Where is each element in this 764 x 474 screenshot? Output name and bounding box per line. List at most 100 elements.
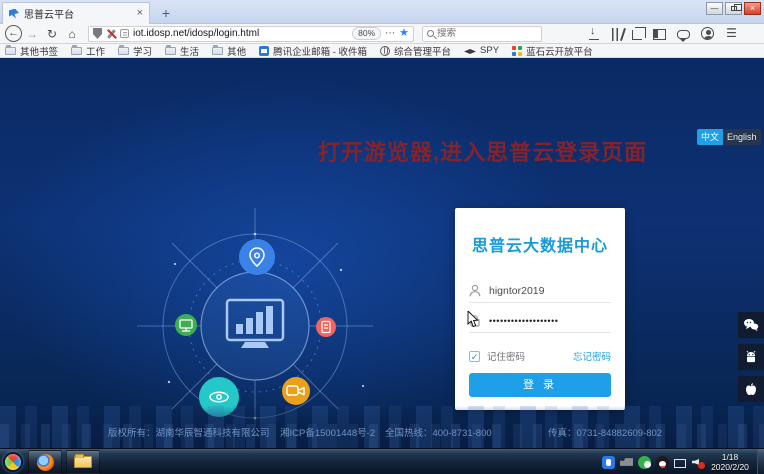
bookmark-folder-work[interactable]: 工作 [71,44,105,58]
bookmark-folder-life[interactable]: 生活 [165,44,199,58]
folder-icon [212,47,223,55]
clock-time: 1/18 [706,452,754,462]
username-value[interactable]: higntor2019 [489,285,544,297]
show-desktop-button[interactable] [757,449,764,474]
downloads-icon[interactable] [588,27,601,40]
bookmark-folder-study[interactable]: 学习 [118,44,152,58]
apple-button[interactable] [738,376,764,402]
hotline-text: 全国热线：400-8731-800 [385,425,492,439]
bookmark-tencent-mail[interactable]: 腾讯企业邮箱 - 收件箱 [259,44,367,58]
android-icon [744,350,758,364]
firefox-icon [37,454,54,471]
messages-icon[interactable] [677,30,690,39]
system-tray [602,449,704,474]
start-button[interactable] [3,452,23,472]
library-icon[interactable] [612,28,621,41]
forgot-password-link[interactable]: 忘记密码 [573,349,611,363]
window-controls: — × [706,2,761,15]
browser-tab-bar: 思普云平台 × + — × [0,0,764,24]
apple-icon [744,382,758,397]
folder-icon [165,47,176,55]
windows-taskbar: 1/18 2020/2/20 [0,448,764,474]
account-icon[interactable] [701,27,714,40]
icp-number[interactable]: 湘ICP备15001448号-2 [280,425,375,439]
satellite-monitor [175,314,197,336]
url-text[interactable]: iot.idosp.net/idosp/login.html [133,28,348,39]
folder-icon [118,47,129,55]
login-button[interactable]: 登 录 [469,373,611,397]
mouse-cursor [467,311,479,328]
blocked-pencil-icon[interactable] [106,29,116,39]
language-toggle: 中文 English [697,129,761,145]
forward-button[interactable]: → [22,25,42,43]
screen: 思普云平台 × + — × ← → ↻ ⌂ iot.idosp.net/idos… [0,0,764,474]
new-tab-button[interactable]: + [156,3,176,23]
restore-icon [731,6,737,11]
hub-center-circle [201,272,309,380]
restore-button[interactable] [725,2,742,15]
wechat-button[interactable] [738,312,764,338]
tray-messenger-icon[interactable] [602,456,615,469]
clock-date: 2020/2/20 [706,462,754,472]
username-field[interactable]: higntor2019 [469,284,611,303]
remember-row: ✓ 记住密码 忘记密码 [469,349,611,363]
mail-icon [259,46,269,56]
spy-icon [464,46,476,56]
lang-english-button[interactable]: English [723,129,761,145]
satellite-report [316,317,336,337]
site-favicon [9,9,19,19]
browser-toolbar: ← → ↻ ⌂ iot.idosp.net/idosp/login.html 8… [0,24,764,44]
tray-volume-muted-icon[interactable] [691,456,704,469]
bookmark-bluestone-cloud[interactable]: 蓝石云开放平台 [512,44,593,58]
tracking-protection-shield-icon[interactable] [93,28,102,39]
tray-wechat-icon[interactable] [638,456,651,469]
tab-title: 思普云平台 [24,6,132,21]
taskbar-explorer-button[interactable] [66,450,100,474]
android-button[interactable] [738,344,764,370]
search-bar[interactable] [422,26,542,42]
globe-icon [380,46,390,56]
page-actions-icon[interactable]: ⋯ [385,28,395,39]
search-icon [427,30,434,37]
bookmark-star-icon[interactable]: ★ [399,28,409,39]
fax-text: 传真：0731-84882609-802 [548,425,662,439]
home-button[interactable]: ⌂ [62,25,82,43]
screenshot-icon[interactable] [632,30,642,40]
remember-checkbox[interactable]: ✓ [469,351,480,362]
login-card: 思普云大数据中心 higntor2019 •••••••••••••••••••… [455,208,625,410]
folder-icon [5,47,16,55]
browser-tab-active[interactable]: 思普云平台 × [2,2,150,24]
zoom-level-badge[interactable]: 80% [352,27,381,40]
address-bar[interactable]: iot.idosp.net/idosp/login.html 80% ⋯ ★ [88,26,414,42]
sidebar-icon[interactable] [653,29,666,40]
toolbar-icons: ☰ [588,27,738,41]
folder-icon [71,47,82,55]
tray-driver-icon[interactable] [620,456,633,469]
taskbar-firefox-button[interactable] [28,450,62,474]
permissions-icon[interactable] [120,29,129,38]
wechat-icon [743,318,759,332]
remember-label[interactable]: 记住密码 [487,349,573,363]
menu-icon[interactable]: ☰ [725,27,738,40]
back-button[interactable]: ← [5,25,22,42]
bookmark-folder-other-bookmarks[interactable]: 其他书签 [5,44,58,58]
tab-close-icon[interactable]: × [137,8,143,19]
login-title: 思普云大数据中心 [455,232,625,256]
satellite-map [239,239,275,275]
bookmark-spy[interactable]: SPY [464,45,499,56]
page-footer: 版权所有：湖南华辰智通科技有限公司 湘ICP备15001448号-2 全国热线：… [0,425,764,437]
taskbar-clock[interactable]: 1/18 2020/2/20 [706,452,754,472]
search-input[interactable] [437,28,527,39]
floating-contact-bar [738,312,764,402]
tray-network-icon[interactable] [674,459,686,468]
reload-button[interactable]: ↻ [42,25,62,43]
minimize-button[interactable]: — [706,2,723,15]
tray-qq-icon[interactable] [656,456,669,469]
bookmarks-bar: 其他书签 工作 学习 生活 其他 腾讯企业邮箱 - 收件箱 综合管理平台 SPY… [0,44,764,58]
bookmark-folder-misc[interactable]: 其他 [212,44,246,58]
lang-chinese-button[interactable]: 中文 [697,129,723,145]
password-value[interactable]: ••••••••••••••••••• [489,316,558,326]
bookmark-management-platform[interactable]: 综合管理平台 [380,44,451,58]
password-field[interactable]: ••••••••••••••••••• [469,314,611,333]
close-button[interactable]: × [744,2,761,15]
